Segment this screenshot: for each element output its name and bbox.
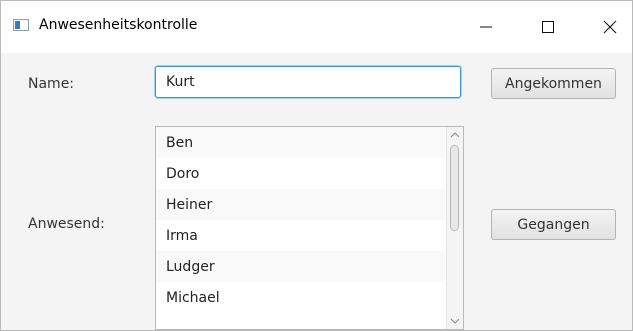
app-window-icon <box>13 19 29 31</box>
chevron-down-icon <box>450 318 460 324</box>
name-label: Name: <box>28 76 75 92</box>
close-icon <box>603 20 617 34</box>
title-bar[interactable]: Anwesenheitskontrolle <box>1 1 632 53</box>
left-button[interactable]: Gegangen <box>491 209 616 240</box>
name-input[interactable] <box>155 66 461 98</box>
list-item[interactable]: Ludger <box>156 251 445 282</box>
main-content: Name: Angekommen Anwesend: Ben Doro Hein… <box>1 53 632 330</box>
present-list[interactable]: Ben Doro Heiner Irma Ludger Michael <box>155 126 464 330</box>
maximize-icon <box>542 21 554 33</box>
present-label: Anwesend: <box>28 216 105 232</box>
scroll-thumb[interactable] <box>450 145 459 231</box>
list-scrollbar[interactable] <box>446 127 463 329</box>
minimize-button[interactable] <box>463 1 509 53</box>
list-item[interactable]: Ben <box>156 127 445 158</box>
app-window: Anwesenheitskontrolle Name: Angekommen A… <box>0 0 633 331</box>
window-title: Anwesenheitskontrolle <box>39 17 198 33</box>
minimize-icon <box>480 26 492 28</box>
list-item[interactable]: Doro <box>156 158 445 189</box>
scroll-up-button[interactable] <box>447 127 463 143</box>
close-button[interactable] <box>587 1 633 53</box>
list-item[interactable]: Heiner <box>156 189 445 220</box>
chevron-up-icon <box>450 132 460 138</box>
list-item[interactable]: Michael <box>156 282 445 313</box>
scroll-down-button[interactable] <box>447 313 463 329</box>
maximize-button[interactable] <box>525 1 571 53</box>
arrived-button[interactable]: Angekommen <box>491 68 616 99</box>
list-item[interactable]: Irma <box>156 220 445 251</box>
